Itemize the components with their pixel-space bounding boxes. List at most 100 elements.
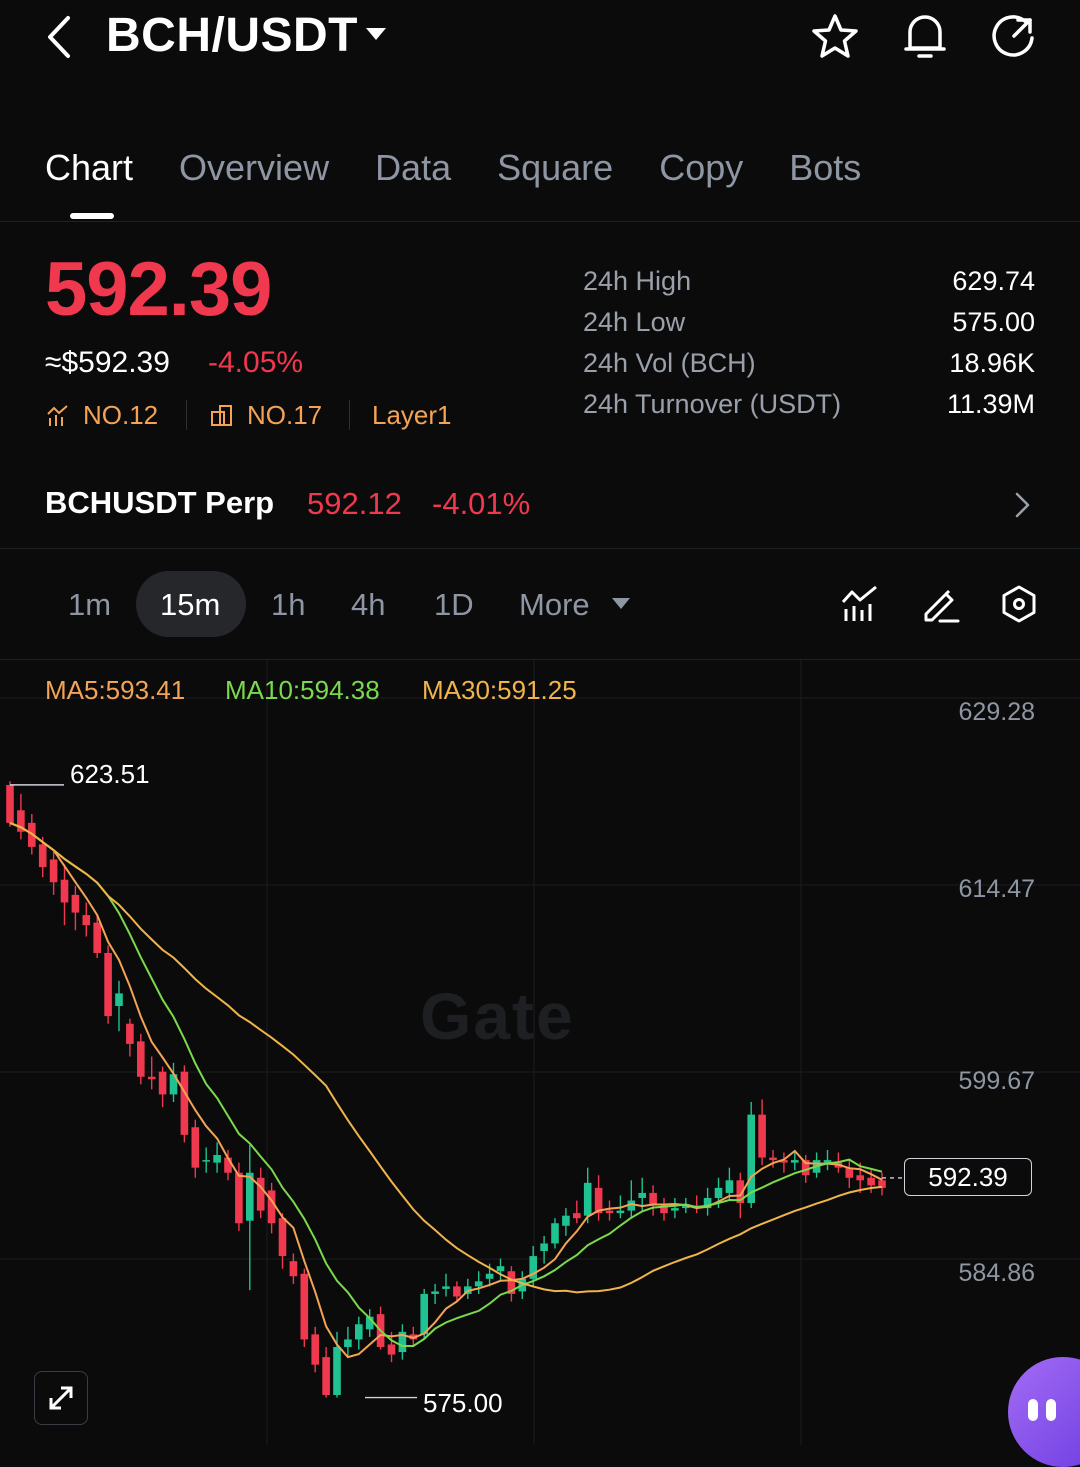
- interval-1m[interactable]: 1m: [68, 583, 111, 627]
- candle: [856, 1175, 864, 1181]
- more-caret-icon: [612, 598, 630, 609]
- ranking-cap-icon: [211, 405, 232, 426]
- candle: [278, 1218, 287, 1257]
- candle: [485, 1273, 494, 1279]
- candle: [442, 1286, 450, 1289]
- candle: [573, 1213, 581, 1219]
- high-marker-label: 623.51: [70, 759, 150, 789]
- chevron-right-icon[interactable]: [1010, 490, 1034, 520]
- candle: [147, 1076, 156, 1080]
- fullscreen-button[interactable]: [34, 1371, 88, 1425]
- candle: [791, 1160, 799, 1163]
- ma10-line: [9, 821, 883, 1347]
- rank-badge-2[interactable]: NO.17: [247, 400, 322, 431]
- candle: [311, 1334, 319, 1365]
- price-change: -4.05%: [208, 346, 304, 379]
- candle: [420, 1293, 428, 1335]
- stat-label-turnover: 24h Turnover (USDT): [583, 389, 842, 419]
- candle: [638, 1192, 646, 1198]
- interval-more[interactable]: More: [519, 583, 590, 627]
- settings-icon[interactable]: [999, 584, 1039, 624]
- candle: [671, 1208, 679, 1211]
- last-price: 592.39: [45, 247, 272, 332]
- candle: [540, 1243, 548, 1252]
- candle: [714, 1187, 723, 1198]
- bell-icon[interactable]: [900, 10, 950, 62]
- stat-label-high: 24h High: [583, 266, 692, 296]
- tab-chart[interactable]: Chart: [45, 142, 133, 202]
- tab-overview[interactable]: Overview: [179, 142, 329, 202]
- candle: [583, 1182, 592, 1216]
- candle: [333, 1347, 341, 1396]
- assistant-eye-icon: [1046, 1399, 1056, 1421]
- candle: [213, 1155, 221, 1163]
- tab-bar: Chart Overview Data Square Copy Bots: [45, 142, 907, 202]
- candle: [431, 1291, 439, 1294]
- candle: [38, 844, 47, 868]
- interval-1d[interactable]: 1D: [434, 583, 474, 627]
- y-axis-label: 599.67: [958, 1067, 1035, 1095]
- badge-separator: [186, 400, 187, 430]
- perp-change: -4.01%: [432, 486, 531, 521]
- candle: [453, 1286, 461, 1297]
- candle: [202, 1160, 210, 1162]
- tab-copy[interactable]: Copy: [659, 142, 743, 202]
- candle: [256, 1177, 265, 1211]
- candle: [300, 1273, 309, 1340]
- rank-badge-1[interactable]: NO.12: [83, 400, 158, 431]
- ma30-label: MA30:591.25: [422, 675, 577, 705]
- tab-square[interactable]: Square: [497, 142, 613, 202]
- ma10-label: MA10:594.38: [225, 675, 380, 705]
- candle: [387, 1344, 396, 1355]
- candle: [289, 1261, 298, 1277]
- perp-price: 592.12: [307, 486, 402, 521]
- ma5-label: MA5:593.41: [45, 675, 186, 705]
- divider: [0, 548, 1080, 549]
- candle: [158, 1071, 167, 1095]
- pair-selector[interactable]: BCH/USDT: [106, 8, 358, 63]
- stat-label-vol: 24h Vol (BCH): [583, 348, 756, 378]
- interval-15m[interactable]: 15m: [160, 583, 220, 627]
- pair-dropdown-icon[interactable]: [366, 28, 386, 40]
- stat-value-vol: 18.96K: [949, 348, 1035, 378]
- candle: [267, 1190, 276, 1224]
- candle: [605, 1210, 614, 1214]
- back-icon[interactable]: [40, 12, 80, 62]
- y-axis-label: 629.28: [958, 698, 1035, 726]
- candle: [60, 879, 69, 903]
- candlestick-chart[interactable]: [0, 660, 1080, 1445]
- candle: [6, 784, 14, 823]
- perp-name: BCHUSDT Perp: [45, 485, 275, 520]
- indicators-icon[interactable]: [840, 584, 880, 624]
- y-axis-label: 584.86: [958, 1259, 1035, 1287]
- stat-value-high: 629.74: [952, 266, 1035, 296]
- candle: [180, 1071, 189, 1135]
- candle: [191, 1127, 200, 1168]
- share-icon[interactable]: [988, 12, 1038, 62]
- category-tag[interactable]: Layer1: [372, 400, 452, 431]
- stat-value-low: 575.00: [952, 307, 1035, 337]
- candle: [562, 1215, 570, 1226]
- tab-data[interactable]: Data: [375, 142, 451, 202]
- candle: [344, 1339, 352, 1348]
- candle: [322, 1357, 330, 1396]
- last-price-tag: 592.39: [904, 1158, 1032, 1196]
- expand-icon: [49, 1386, 73, 1410]
- star-icon[interactable]: [810, 12, 860, 62]
- candle: [769, 1157, 777, 1161]
- assistant-eye-icon: [1028, 1399, 1038, 1421]
- divider: [0, 221, 1080, 222]
- candle: [867, 1177, 875, 1186]
- candle: [49, 859, 58, 883]
- candle: [551, 1223, 559, 1244]
- candle: [137, 1041, 145, 1077]
- ranking-chart-icon: [47, 405, 68, 426]
- interval-1h[interactable]: 1h: [271, 583, 305, 627]
- badge-separator: [349, 400, 350, 430]
- candle: [747, 1114, 755, 1204]
- tab-bots[interactable]: Bots: [789, 142, 861, 202]
- interval-4h[interactable]: 4h: [351, 583, 385, 627]
- candle: [616, 1210, 625, 1214]
- candle: [93, 922, 101, 953]
- draw-icon[interactable]: [920, 584, 960, 624]
